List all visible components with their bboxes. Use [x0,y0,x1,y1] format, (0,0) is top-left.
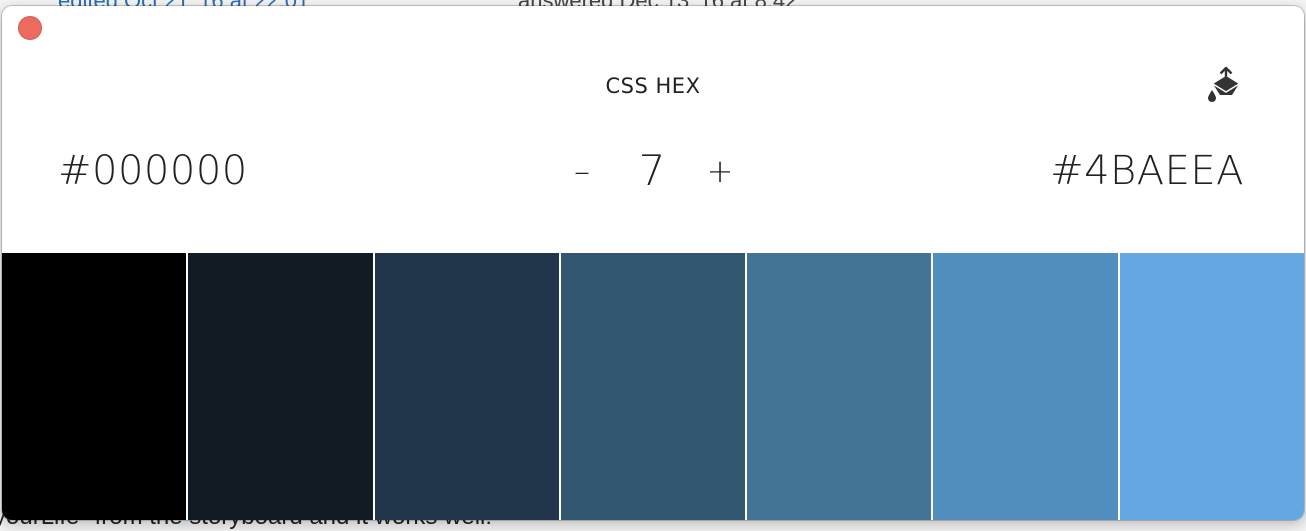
close-button[interactable] [18,16,42,40]
color-swatch-3[interactable] [374,253,559,520]
step-count-stepper: – 7 + [562,146,746,196]
swatch-strip [2,253,1304,520]
step-count-value: 7 [638,146,666,195]
color-swatch-7[interactable] [1119,253,1304,520]
color-swatch-1[interactable] [2,253,187,520]
decrement-button[interactable]: – [562,146,602,196]
end-color-value[interactable]: #4BAEEA [1050,148,1244,194]
start-color-value[interactable]: #000000 [58,148,248,194]
color-format-label[interactable]: CSS HEX [2,74,1304,98]
increment-button[interactable]: + [700,146,740,196]
color-swatch-2[interactable] [188,253,373,520]
color-swatch-4[interactable] [560,253,746,520]
color-swatch-5[interactable] [747,253,932,520]
gradient-window: CSS HEX #000000 – 7 + #4BAEEA [2,6,1304,520]
paint-bucket-export-icon[interactable] [1206,66,1246,102]
color-swatch-6[interactable] [933,253,1118,520]
